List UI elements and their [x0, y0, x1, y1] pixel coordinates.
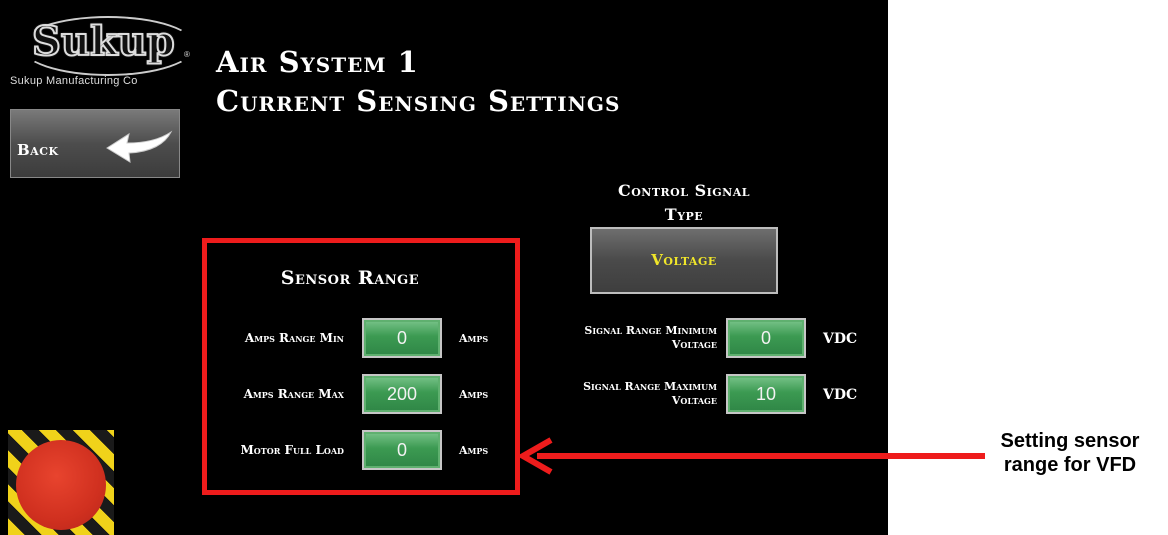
- signal-range-min-label-line1: Signal Range Minimum: [584, 324, 717, 337]
- signal-range-max-input[interactable]: 10: [726, 374, 806, 414]
- sensor-range-highlight-box: [202, 238, 520, 495]
- signal-range-max-label-line2: Voltage: [671, 394, 717, 407]
- page-title-line2: Current Sensing Settings: [216, 84, 621, 118]
- signal-range-min-label: Signal Range Minimum Voltage: [527, 324, 717, 352]
- back-button[interactable]: Back: [10, 109, 180, 178]
- annotation-line1: Setting sensor: [1000, 430, 1140, 452]
- sukup-logo: Sukup ® Sukup Manufacturing Co: [10, 8, 196, 98]
- back-button-label: Back: [17, 141, 59, 159]
- signal-type-voltage-button[interactable]: Voltage: [590, 227, 778, 294]
- annotation-line2: range for VFD: [1003, 454, 1137, 476]
- estop-red-button-icon: [16, 440, 106, 530]
- annotation-arrow-icon: [516, 437, 985, 475]
- signal-range-min-input[interactable]: 0: [726, 318, 806, 358]
- logo-brand: Sukup: [31, 17, 176, 66]
- signal-range-min-unit: VDC: [823, 331, 858, 347]
- signal-range-max-label: Signal Range Maximum Voltage: [527, 380, 717, 408]
- page-title: Air System 1 Current Sensing Settings: [216, 43, 620, 121]
- logo-registered-mark: ®: [184, 50, 190, 59]
- logo-subtitle: Sukup Manufacturing Co: [10, 75, 138, 87]
- signal-range-max-label-line1: Signal Range Maximum: [583, 380, 717, 393]
- back-arrow-icon: [106, 130, 173, 163]
- control-signal-heading-line1: Control Signal: [617, 181, 750, 200]
- emergency-stop-button[interactable]: [8, 430, 114, 535]
- control-signal-heading: Control Signal Type: [580, 179, 788, 227]
- page-title-line1: Air System 1: [216, 45, 419, 79]
- annotation-text: Setting sensor range for VFD: [975, 429, 1165, 477]
- control-signal-heading-line2: Type: [664, 205, 704, 224]
- signal-range-max-unit: VDC: [823, 387, 858, 403]
- signal-range-min-label-line2: Voltage: [671, 338, 717, 351]
